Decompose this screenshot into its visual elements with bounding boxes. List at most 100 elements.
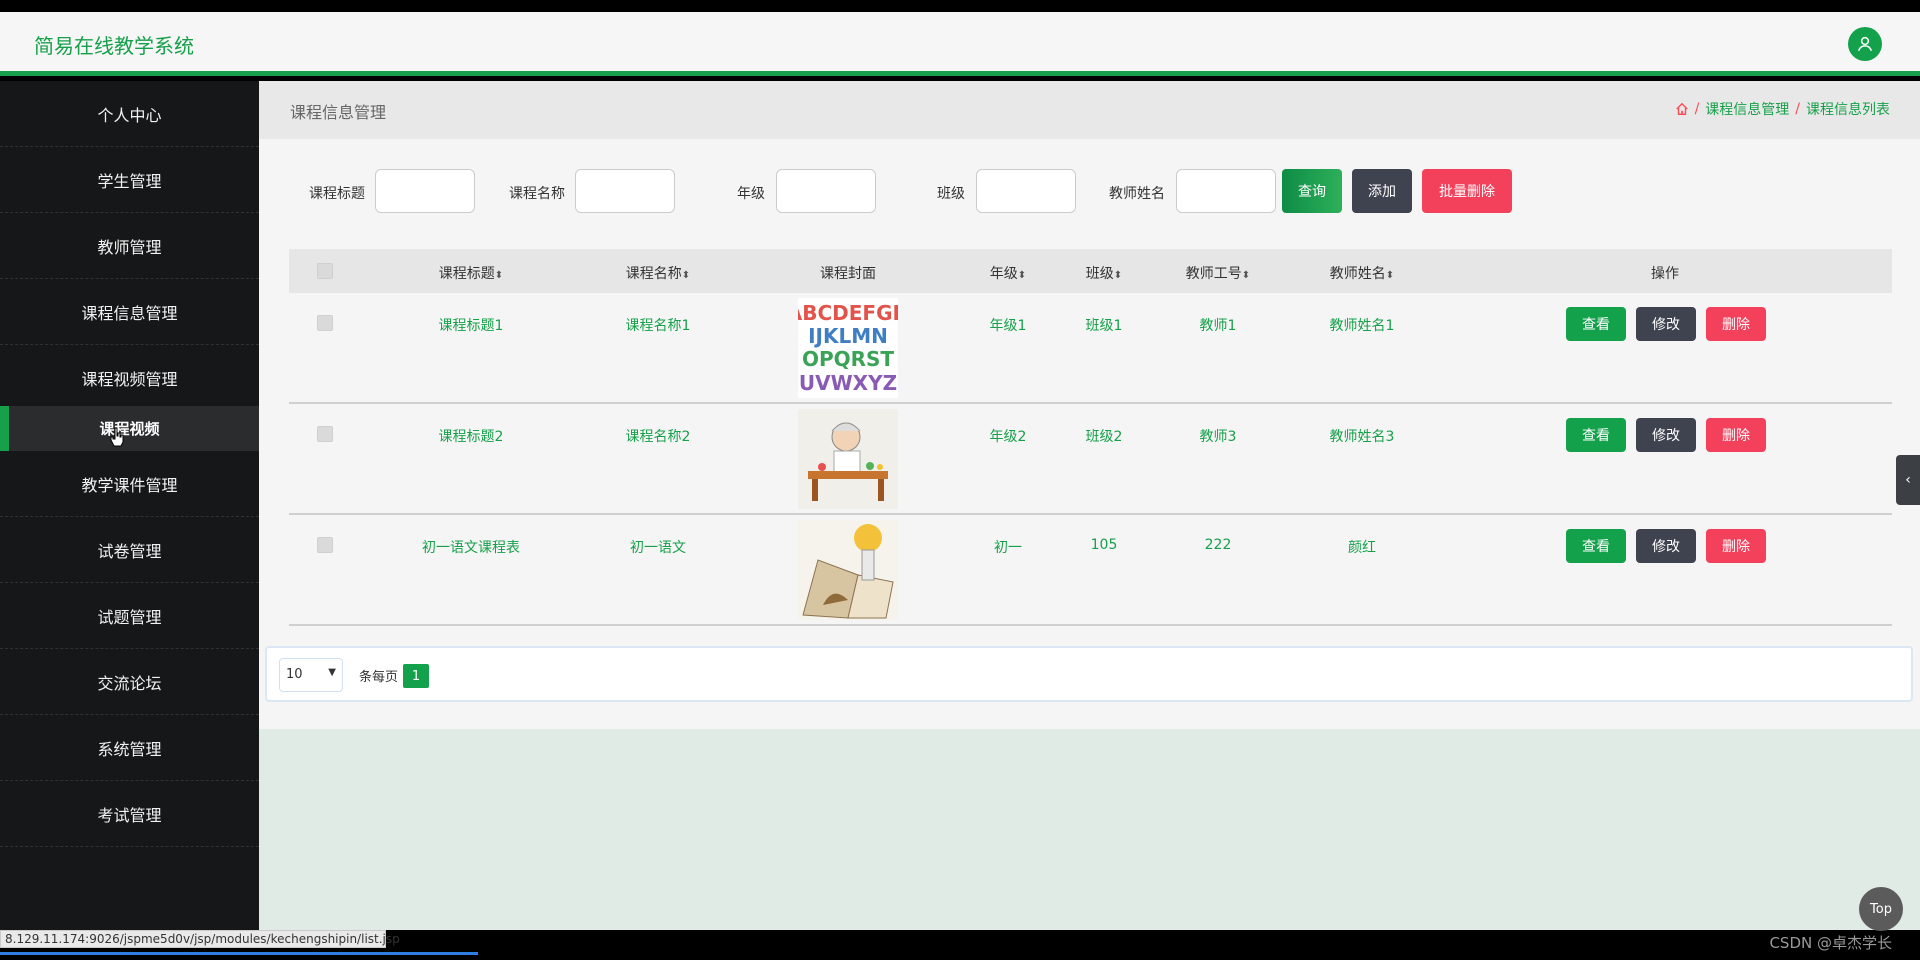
row-checkbox[interactable] [317, 315, 333, 331]
query-button[interactable]: 查询 [1282, 169, 1342, 213]
header-cover: 课程封面 [820, 266, 876, 282]
class-label: 班级 [937, 186, 965, 202]
cell-course-title: 初一语文课程表 [422, 540, 520, 556]
edit-button[interactable]: 修改 [1636, 418, 1696, 452]
cell-class: 班级1 [1085, 318, 1123, 334]
table-row: 初一语文课程表 初一语文 初一 105 222 颜红 查看 修改 删除 [289, 515, 1892, 626]
delete-button[interactable]: 删除 [1706, 307, 1766, 341]
select-all-checkbox[interactable] [317, 263, 333, 279]
chevron-down-icon: ▼ [328, 667, 336, 678]
page-size-select[interactable]: 10 ▼ [279, 658, 343, 692]
sidebar-item-question-management[interactable]: 试题管理 [0, 583, 259, 649]
sidebar-item-teacher-management[interactable]: 教师管理 [0, 213, 259, 279]
collapse-panel-toggle[interactable]: ‹ [1896, 455, 1920, 505]
course-name-label: 课程名称 [509, 186, 565, 202]
breadcrumb-separator: / [1694, 101, 1700, 117]
grade-input[interactable] [776, 169, 876, 213]
header-teacher-name-label: 教师姓名 [1329, 266, 1386, 282]
header-teacher-no-label: 教师工号 [1185, 266, 1242, 282]
sort-icon: ⬍ [1113, 270, 1123, 281]
delete-button[interactable]: 删除 [1706, 418, 1766, 452]
sidebar-item-forum[interactable]: 交流论坛 [0, 649, 259, 715]
app-title: 简易在线教学系统 [34, 34, 194, 58]
cell-course-title: 课程标题1 [438, 318, 504, 334]
breadcrumb: / 课程信息管理 / 课程信息列表 [1675, 99, 1890, 119]
view-button[interactable]: 查看 [1566, 307, 1626, 341]
user-icon [1857, 36, 1873, 52]
main-area: 课程信息管理 / 课程信息管理 / 课程信息列表 课程标题 课程名称 年级 班级… [259, 81, 1920, 930]
sidebar-item-system-management[interactable]: 系统管理 [0, 715, 259, 781]
class-input[interactable] [976, 169, 1076, 213]
batch-delete-button[interactable]: 批量删除 [1422, 169, 1512, 213]
cell-teacher-no: 教师3 [1199, 429, 1237, 445]
screen-top-border [0, 0, 1920, 12]
sidebar-item-course-video-management[interactable]: 课程视频管理 [0, 345, 259, 411]
breadcrumb-course-info-management[interactable]: 课程信息管理 [1705, 99, 1789, 119]
breadcrumb-bar: 课程信息管理 / 课程信息管理 / 课程信息列表 [259, 81, 1920, 139]
header-actions: 操作 [1651, 266, 1679, 282]
user-avatar-button[interactable] [1848, 27, 1882, 61]
sort-icon: ⬍ [1241, 270, 1251, 281]
edit-button[interactable]: 修改 [1636, 307, 1696, 341]
home-icon[interactable] [1675, 102, 1689, 116]
svg-text:UVWXYZ: UVWXYZ [799, 371, 897, 395]
svg-text:IJKLMN: IJKLMN [808, 324, 888, 348]
table-row: 课程标题1 课程名称1 ABCDEFGH IJKLMN OPQRST UVWXY… [289, 293, 1892, 404]
content-panel: 课程标题 课程名称 年级 班级 教师姓名 查询 添加 批量删除 课程标题⬍ 课程… [259, 139, 1920, 729]
video-progress-bar[interactable] [0, 952, 478, 955]
svg-text:OPQRST: OPQRST [802, 347, 894, 371]
row-checkbox[interactable] [317, 537, 333, 553]
cell-grade: 年级1 [989, 318, 1027, 334]
header-teacher-name[interactable]: 教师姓名⬍ [1330, 263, 1394, 283]
grade-label: 年级 [737, 186, 765, 202]
page-size-value: 10 [286, 667, 303, 682]
sidebar-item-exam-paper-management[interactable]: 试卷管理 [0, 517, 259, 583]
course-cover-book-image [798, 520, 898, 620]
sidebar: 个人中心 学生管理 教师管理 课程信息管理 课程视频管理 课程视频 教学课件管理… [0, 81, 259, 930]
cell-teacher-name: 颜红 [1348, 540, 1376, 556]
header-course-title-label: 课程标题 [438, 266, 495, 282]
course-name-input[interactable] [575, 169, 675, 213]
teacher-name-input[interactable] [1176, 169, 1276, 213]
sidebar-item-personal-center[interactable]: 个人中心 [0, 81, 259, 147]
sidebar-item-student-management[interactable]: 学生管理 [0, 147, 259, 213]
sort-icon: ⬍ [1017, 270, 1027, 281]
course-title-label: 课程标题 [309, 186, 365, 202]
cell-course-name: 初一语文 [630, 540, 686, 556]
page-title: 课程信息管理 [290, 103, 387, 122]
back-to-top-button[interactable]: Top [1859, 887, 1903, 931]
sidebar-item-courseware-management[interactable]: 教学课件管理 [0, 451, 259, 517]
view-button[interactable]: 查看 [1566, 529, 1626, 563]
header-grade-label: 年级 [989, 266, 1018, 282]
sidebar-subitem-course-video[interactable]: 课程视频 [0, 406, 259, 451]
header-grade[interactable]: 年级⬍ [990, 263, 1026, 283]
cell-class: 班级2 [1085, 429, 1123, 445]
hand-cursor-icon [110, 427, 124, 447]
cell-course-name: 课程名称1 [625, 318, 691, 334]
header-course-name[interactable]: 课程名称⬍ [626, 263, 690, 283]
sort-icon: ⬍ [681, 270, 691, 281]
edit-button[interactable]: 修改 [1636, 529, 1696, 563]
cell-class: 105 [1090, 537, 1118, 553]
course-title-input[interactable] [375, 169, 475, 213]
pagination-bar: 10 ▼ 条每页 1 [265, 646, 1913, 702]
view-button[interactable]: 查看 [1566, 418, 1626, 452]
cell-teacher-name: 教师姓名1 [1329, 318, 1395, 334]
chevron-left-icon: ‹ [1905, 472, 1911, 488]
cell-teacher-name: 教师姓名3 [1329, 429, 1395, 445]
sidebar-item-exam-management[interactable]: 考试管理 [0, 781, 259, 847]
sidebar-item-course-info-management[interactable]: 课程信息管理 [0, 279, 259, 345]
course-cover-teacher-image [798, 409, 898, 509]
cell-teacher-no: 教师1 [1199, 318, 1237, 334]
delete-button[interactable]: 删除 [1706, 529, 1766, 563]
page-number-button[interactable]: 1 [403, 664, 429, 688]
row-checkbox[interactable] [317, 426, 333, 442]
browser-status-url: 8.129.11.174:9026/jspme5d0v/jsp/modules/… [0, 930, 400, 948]
per-page-label: 条每页 [359, 670, 399, 685]
header-class[interactable]: 班级⬍ [1086, 263, 1122, 283]
header-teacher-no[interactable]: 教师工号⬍ [1186, 263, 1250, 283]
header-course-title[interactable]: 课程标题⬍ [439, 263, 503, 283]
cell-grade: 年级2 [989, 429, 1027, 445]
add-button[interactable]: 添加 [1352, 169, 1412, 213]
breadcrumb-course-info-list: 课程信息列表 [1806, 102, 1890, 118]
